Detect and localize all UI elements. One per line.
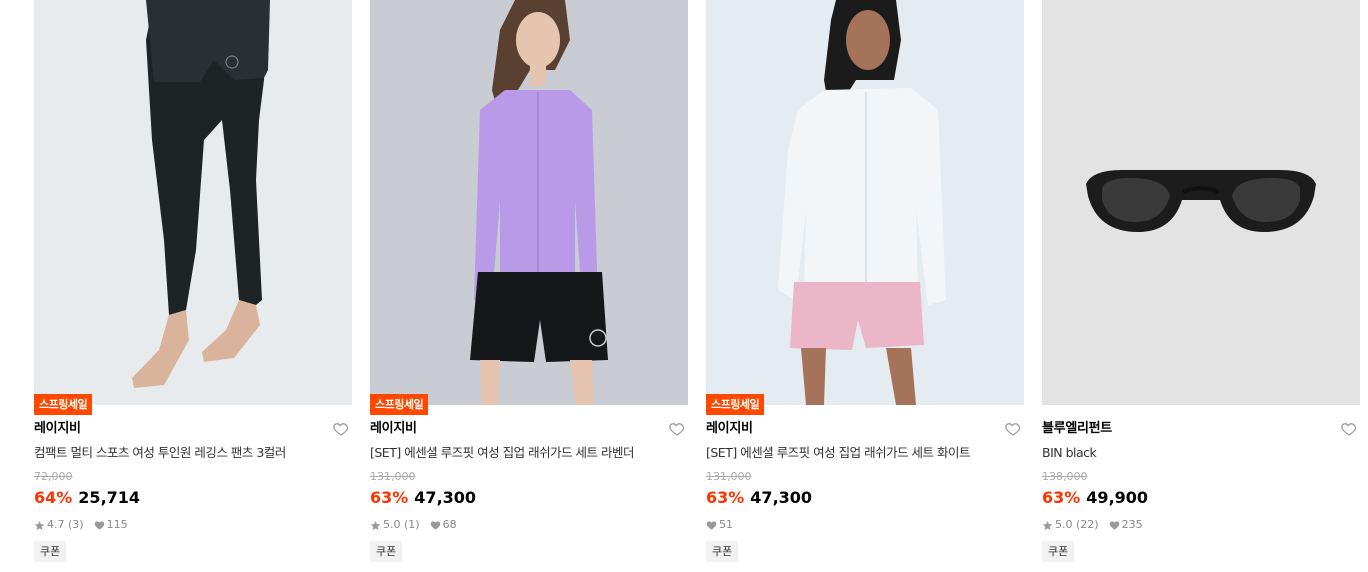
product-image[interactable] <box>370 0 688 405</box>
discount-rate: 64% <box>34 488 73 507</box>
heart-icon <box>94 520 105 531</box>
price-row: 63% 47,300 <box>706 487 812 509</box>
sunglasses-illustration <box>1042 0 1360 405</box>
brand-name[interactable]: 레이지비 <box>34 420 81 438</box>
review-count: (3) <box>68 518 84 531</box>
wishlist-heart-icon[interactable] <box>1004 420 1022 438</box>
sale-badge: 스프링세일 <box>34 394 93 415</box>
discount-rate: 63% <box>706 488 745 507</box>
leggings-model-illustration <box>34 0 352 405</box>
original-price: 72,000 <box>34 470 73 483</box>
brand-name[interactable]: 블루엘리펀트 <box>1042 420 1112 438</box>
product-image[interactable] <box>1042 0 1360 405</box>
coupon-tag: 쿠폰 <box>1042 541 1075 562</box>
sale-price: 25,714 <box>78 488 141 507</box>
likes: 68 <box>430 517 457 533</box>
heart-icon <box>430 520 441 531</box>
price-row: 63% 49,900 <box>1042 487 1148 509</box>
product-name[interactable]: BIN black <box>1042 444 1342 462</box>
product-card[interactable]: 블루엘리펀트 BIN black 138,000 63% 49,900 5.0 (… <box>1042 0 1360 572</box>
rating: 5.0 (22) <box>1042 517 1099 533</box>
product-meta: 5.0 (1) 68 <box>370 517 467 533</box>
lavender-rashguard-model-illustration <box>370 0 688 405</box>
original-price: 131,000 <box>706 470 752 483</box>
product-name[interactable]: [SET] 에센셜 루즈핏 여성 집업 래쉬가드 세트 화이트 <box>706 444 1006 462</box>
product-image[interactable] <box>34 0 352 405</box>
rating-value: 5.0 <box>383 518 401 531</box>
brand-name[interactable]: 레이지비 <box>370 420 417 438</box>
sale-price: 47,300 <box>414 488 477 507</box>
rating: 4.7 (3) <box>34 517 84 533</box>
product-name[interactable]: [SET] 에센셜 루즈핏 여성 집업 래쉬가드 세트 라벤더 <box>370 444 670 462</box>
rating: 5.0 (1) <box>370 517 420 533</box>
price-row: 64% 25,714 <box>34 487 140 509</box>
product-meta: 51 <box>706 517 743 533</box>
product-card[interactable]: 스프링세일 레이지비 컴팩트 멀티 스포츠 여성 투인원 레깅스 팬츠 3컬러 … <box>34 0 352 572</box>
sale-badge: 스프링세일 <box>706 394 765 415</box>
brand-name[interactable]: 레이지비 <box>706 420 753 438</box>
original-price: 138,000 <box>1042 470 1088 483</box>
product-card[interactable]: 스프링세일 레이지비 [SET] 에센셜 루즈핏 여성 집업 래쉬가드 세트 화… <box>706 0 1024 572</box>
star-icon <box>34 520 45 531</box>
likes-count: 235 <box>1121 518 1143 531</box>
white-rashguard-model-illustration <box>706 0 1024 405</box>
likes-count: 51 <box>719 518 733 531</box>
product-meta: 4.7 (3) 115 <box>34 517 138 533</box>
product-name[interactable]: 컴팩트 멀티 스포츠 여성 투인원 레깅스 팬츠 3컬러 <box>34 444 334 462</box>
discount-rate: 63% <box>370 488 409 507</box>
rating-value: 5.0 <box>1055 518 1073 531</box>
wishlist-heart-icon[interactable] <box>668 420 686 438</box>
likes-count: 115 <box>106 518 128 531</box>
likes: 115 <box>94 517 128 533</box>
product-image[interactable] <box>706 0 1024 405</box>
likes: 235 <box>1109 517 1143 533</box>
star-icon <box>1042 520 1053 531</box>
discount-rate: 63% <box>1042 488 1081 507</box>
wishlist-heart-icon[interactable] <box>332 420 350 438</box>
likes: 51 <box>706 517 733 533</box>
sale-badge: 스프링세일 <box>370 394 429 415</box>
product-card[interactable]: 스프링세일 레이지비 [SET] 에센셜 루즈핏 여성 집업 래쉬가드 세트 라… <box>370 0 688 572</box>
coupon-tag: 쿠폰 <box>34 541 67 562</box>
review-count: (22) <box>1076 518 1099 531</box>
rating-value: 4.7 <box>47 518 65 531</box>
coupon-tag: 쿠폰 <box>370 541 403 562</box>
likes-count: 68 <box>442 518 457 531</box>
heart-icon <box>706 520 717 531</box>
review-count: (1) <box>404 518 420 531</box>
product-grid: 스프링세일 레이지비 컴팩트 멀티 스포츠 여성 투인원 레깅스 팬츠 3컬러 … <box>0 0 1368 572</box>
wishlist-heart-icon[interactable] <box>1340 420 1358 438</box>
product-meta: 5.0 (22) 235 <box>1042 517 1153 533</box>
coupon-tag: 쿠폰 <box>706 541 739 562</box>
sale-price: 49,900 <box>1086 488 1149 507</box>
price-row: 63% 47,300 <box>370 487 476 509</box>
sale-price: 47,300 <box>750 488 813 507</box>
original-price: 131,000 <box>370 470 416 483</box>
star-icon <box>370 520 381 531</box>
heart-icon <box>1109 520 1120 531</box>
